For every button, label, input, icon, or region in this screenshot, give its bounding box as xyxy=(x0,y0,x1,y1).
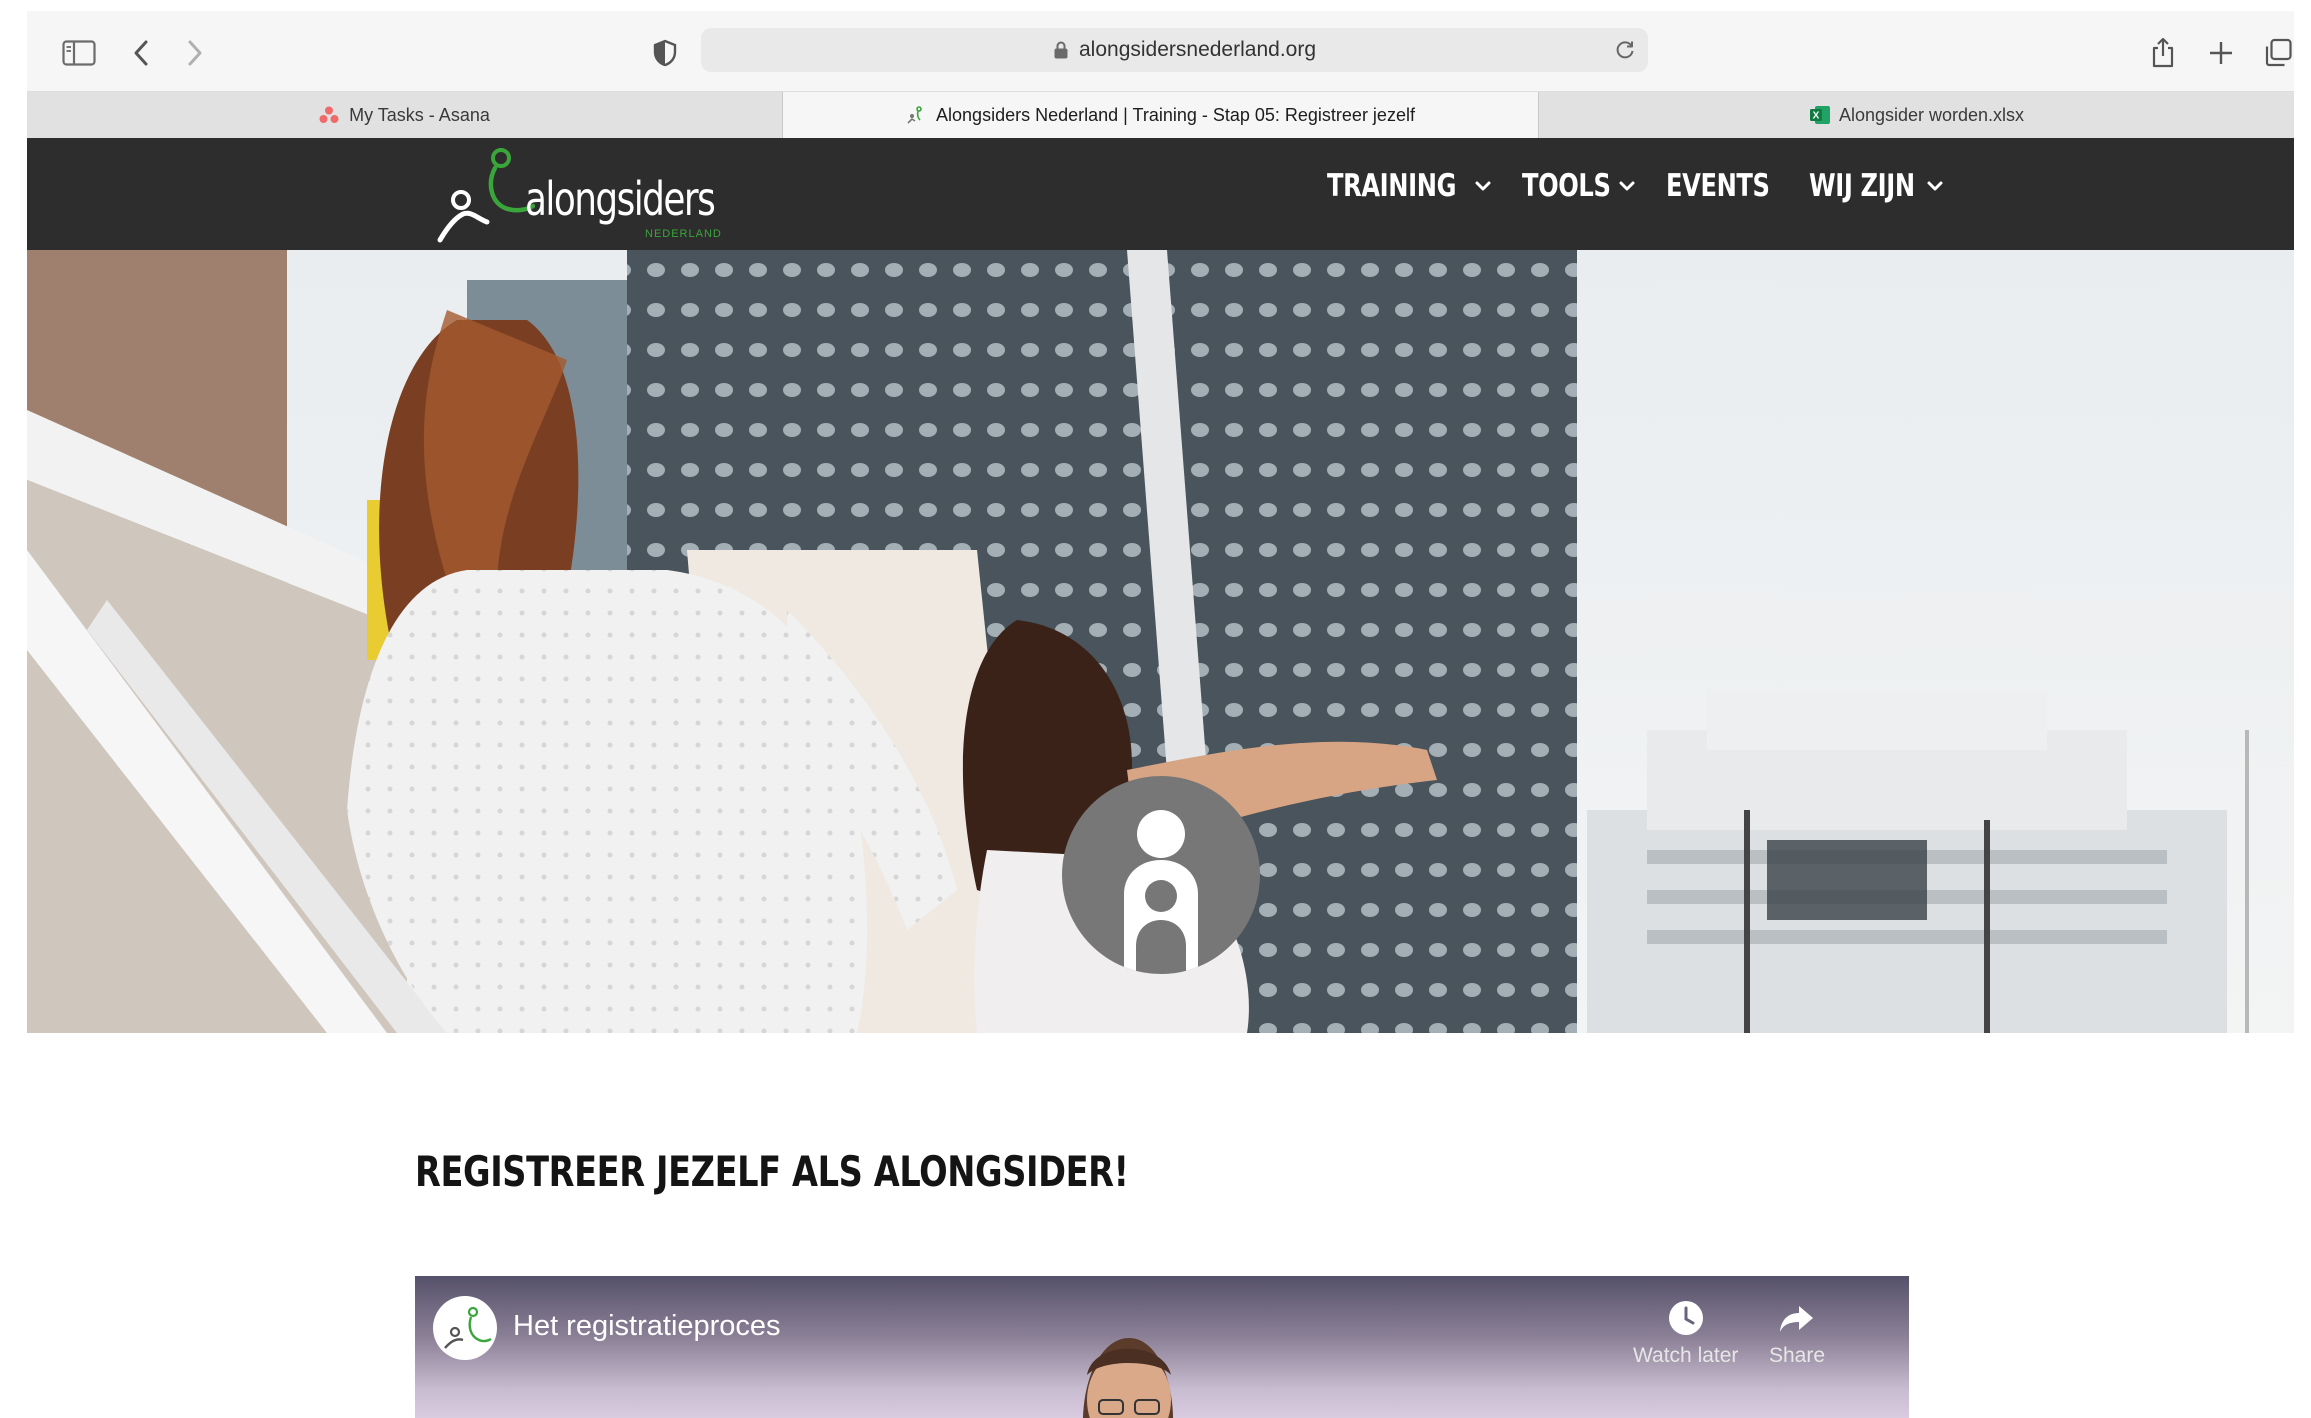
page-title: REGISTREER JEZELF ALS ALONGSIDER! xyxy=(415,1147,1129,1196)
watch-later-button[interactable]: Watch later xyxy=(1633,1298,1738,1368)
sidebar-toggle-icon[interactable] xyxy=(55,33,103,73)
nav-tools[interactable]: TOOLS xyxy=(1522,168,1635,204)
nav-events[interactable]: EVENTS xyxy=(1666,168,1779,204)
address-bar[interactable]: alongsidersnederland.org xyxy=(701,28,1648,72)
browser-toolbar: alongsidersnederland.org xyxy=(27,11,2294,92)
url-text: alongsidersnederland.org xyxy=(1079,38,1316,61)
logo-figures-icon xyxy=(437,148,535,243)
nav-training[interactable]: TRAINING xyxy=(1327,168,1492,204)
tab-bar: My Tasks - Asana Alongsiders Nederland |… xyxy=(27,92,2294,139)
privacy-shield-icon[interactable] xyxy=(641,33,689,73)
video-title[interactable]: Het registratieproces xyxy=(513,1310,781,1343)
logo-subtext: NEDERLAND xyxy=(645,228,722,240)
site-logo[interactable]: alongsiders NEDERLAND xyxy=(435,148,725,244)
excel-icon: X xyxy=(1809,105,1830,125)
user-avatar-badge xyxy=(1062,776,1260,974)
svg-text:X: X xyxy=(1813,111,1820,122)
share-icon[interactable] xyxy=(2139,33,2187,73)
alongsiders-logo-icon xyxy=(444,1306,492,1349)
channel-avatar[interactable] xyxy=(433,1296,497,1360)
site-header: alongsiders NEDERLAND TRAINING TOOLS EVE… xyxy=(27,138,2294,250)
asana-icon xyxy=(319,105,339,125)
lock-icon xyxy=(1054,41,1068,59)
share-label: Share xyxy=(1769,1344,1826,1367)
tab-label: Alongsiders Nederland | Training - Stap … xyxy=(936,104,1415,125)
tab-excel[interactable]: X Alongsider worden.xlsx xyxy=(1539,92,2294,138)
main-nav: TRAINING TOOLS EVENTS WIJ ZIJN xyxy=(1327,168,1974,204)
new-tab-icon[interactable] xyxy=(2197,33,2245,73)
video-thumbnail-person xyxy=(1082,1338,1174,1418)
tab-alongsiders[interactable]: Alongsiders Nederland | Training - Stap … xyxy=(783,92,1539,138)
reload-icon[interactable] xyxy=(1614,39,1636,61)
chevron-down-icon xyxy=(1619,181,1635,191)
nav-wij-zijn[interactable]: WIJ ZIJN xyxy=(1809,168,1945,204)
chevron-down-icon xyxy=(1475,181,1491,191)
chevron-down-icon xyxy=(1927,181,1943,191)
tab-overview-icon[interactable] xyxy=(2254,33,2294,73)
video-player[interactable]: Het registratieproces Watch later Share xyxy=(415,1276,1909,1418)
share-button[interactable]: Share xyxy=(1769,1298,1825,1368)
forward-icon[interactable] xyxy=(171,33,219,73)
logo-wordmark: alongsiders xyxy=(525,172,716,226)
nav-label: TOOLS xyxy=(1522,168,1611,204)
tab-label: Alongsider worden.xlsx xyxy=(1838,104,2025,125)
nav-label: TRAINING xyxy=(1327,168,1457,204)
nav-label: EVENTS xyxy=(1665,168,1770,204)
browser-window: alongsidersnederland.org My Tasks - Asan… xyxy=(27,11,2294,1418)
clock-icon xyxy=(1668,1301,1703,1335)
share-arrow-icon xyxy=(1780,1306,1814,1332)
tab-asana[interactable]: My Tasks - Asana xyxy=(27,92,783,138)
alongsiders-favicon xyxy=(906,105,926,125)
nav-label: WIJ ZIJN xyxy=(1808,168,1915,204)
back-icon[interactable] xyxy=(117,33,165,73)
hero-image xyxy=(27,250,2294,1033)
watch-later-label: Watch later xyxy=(1633,1344,1739,1367)
person-icon xyxy=(1124,810,1198,974)
tab-label: My Tasks - Asana xyxy=(349,104,490,125)
